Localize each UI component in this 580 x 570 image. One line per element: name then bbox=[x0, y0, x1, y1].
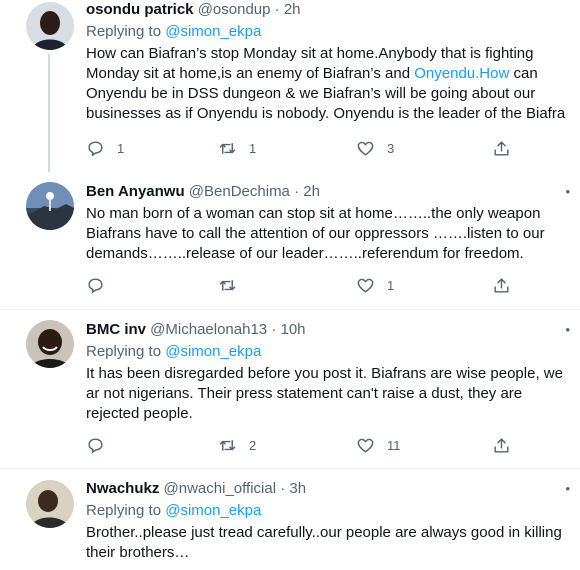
like-button[interactable]: 1 bbox=[356, 276, 394, 295]
like-count: 1 bbox=[387, 278, 395, 293]
replying-handle[interactable]: @simon_ekpa bbox=[165, 23, 261, 40]
tweet-3[interactable]: BMC inv @Michaelonah13 · 10h Replying to… bbox=[0, 310, 580, 468]
timestamp[interactable]: 2h bbox=[284, 1, 301, 18]
replying-handle[interactable]: @simon_ekpa bbox=[165, 343, 261, 360]
more-icon[interactable]: • bbox=[565, 481, 570, 496]
tweet-link[interactable]: Onyendu.How bbox=[414, 65, 509, 82]
author-handle[interactable]: @nwachi_official bbox=[164, 480, 277, 497]
retweet-count: 1 bbox=[249, 141, 257, 156]
replying-label: Replying to bbox=[86, 343, 162, 360]
author-handle[interactable]: @BenDechima bbox=[189, 183, 290, 200]
replying-label: Replying to bbox=[86, 502, 162, 519]
like-button[interactable]: 11 bbox=[356, 436, 401, 455]
author-name[interactable]: Ben Anyanwu bbox=[86, 183, 185, 200]
author-handle[interactable]: @osondup bbox=[198, 1, 271, 18]
more-icon[interactable]: • bbox=[565, 184, 570, 199]
retweet-icon bbox=[219, 280, 236, 291]
retweet-count: 2 bbox=[249, 438, 257, 453]
share-button[interactable] bbox=[492, 436, 511, 455]
retweet-button[interactable]: 1 bbox=[218, 139, 256, 158]
retweet-button[interactable]: 2 bbox=[218, 436, 256, 455]
share-icon bbox=[494, 278, 509, 293]
avatar[interactable] bbox=[26, 2, 74, 50]
reply-button[interactable] bbox=[86, 276, 117, 295]
replying-to: Replying to @simon_ekpa bbox=[86, 501, 572, 521]
author-handle[interactable]: @Michaelonah13 bbox=[150, 321, 267, 338]
timestamp[interactable]: 2h bbox=[303, 183, 320, 200]
reply-icon bbox=[88, 141, 103, 156]
reply-count: 1 bbox=[117, 141, 125, 156]
avatar[interactable] bbox=[26, 182, 74, 230]
separator: · bbox=[280, 480, 286, 497]
share-icon bbox=[494, 141, 509, 156]
tweet-4[interactable]: Nwachukz @nwachi_official · 3h Replying … bbox=[0, 469, 580, 570]
reply-icon bbox=[88, 438, 103, 453]
retweet-icon bbox=[219, 143, 236, 154]
author-name[interactable]: Nwachukz bbox=[86, 480, 159, 497]
more-icon[interactable]: • bbox=[565, 322, 570, 337]
tweet-text: How can Biafran’s stop Monday sit at hom… bbox=[86, 44, 572, 124]
replying-handle[interactable]: @simon_ekpa bbox=[165, 502, 261, 519]
timestamp[interactable]: 10h bbox=[280, 321, 305, 338]
retweet-button[interactable] bbox=[218, 276, 249, 295]
reply-button[interactable] bbox=[86, 436, 117, 455]
tweet-text: Brother..please just tread carefully..ou… bbox=[86, 524, 562, 561]
avatar[interactable] bbox=[26, 480, 74, 528]
reply-button[interactable]: 1 bbox=[86, 139, 124, 158]
share-button[interactable] bbox=[492, 276, 511, 295]
reply-icon bbox=[88, 278, 103, 293]
tweet-1[interactable]: osondu patrick @osondup · 2h Replying to… bbox=[0, 0, 580, 172]
tweet-text: It has been disregarded before you post … bbox=[86, 365, 563, 422]
separator: · bbox=[271, 321, 277, 338]
tweet-2[interactable]: Ben Anyanwu @BenDechima · 2h No man born… bbox=[0, 172, 580, 310]
separator: · bbox=[294, 183, 300, 200]
replying-label: Replying to bbox=[86, 23, 162, 40]
separator: · bbox=[274, 1, 280, 18]
author-name[interactable]: osondu patrick bbox=[86, 1, 194, 18]
share-icon bbox=[494, 438, 509, 453]
like-button[interactable]: 3 bbox=[356, 139, 394, 158]
like-icon bbox=[357, 141, 374, 156]
like-icon bbox=[357, 438, 374, 453]
retweet-icon bbox=[219, 440, 236, 451]
like-count: 3 bbox=[387, 141, 395, 156]
replying-to: Replying to @simon_ekpa bbox=[86, 342, 572, 362]
timestamp[interactable]: 3h bbox=[289, 480, 306, 497]
like-icon bbox=[357, 278, 374, 293]
thread-line bbox=[48, 54, 50, 172]
like-count: 11 bbox=[387, 438, 401, 453]
replying-to: Replying to @simon_ekpa bbox=[86, 22, 572, 42]
share-button[interactable] bbox=[492, 139, 511, 158]
avatar[interactable] bbox=[26, 320, 74, 368]
author-name[interactable]: BMC inv bbox=[86, 321, 146, 338]
tweet-text: No man born of a woman can stop sit at h… bbox=[86, 205, 545, 262]
